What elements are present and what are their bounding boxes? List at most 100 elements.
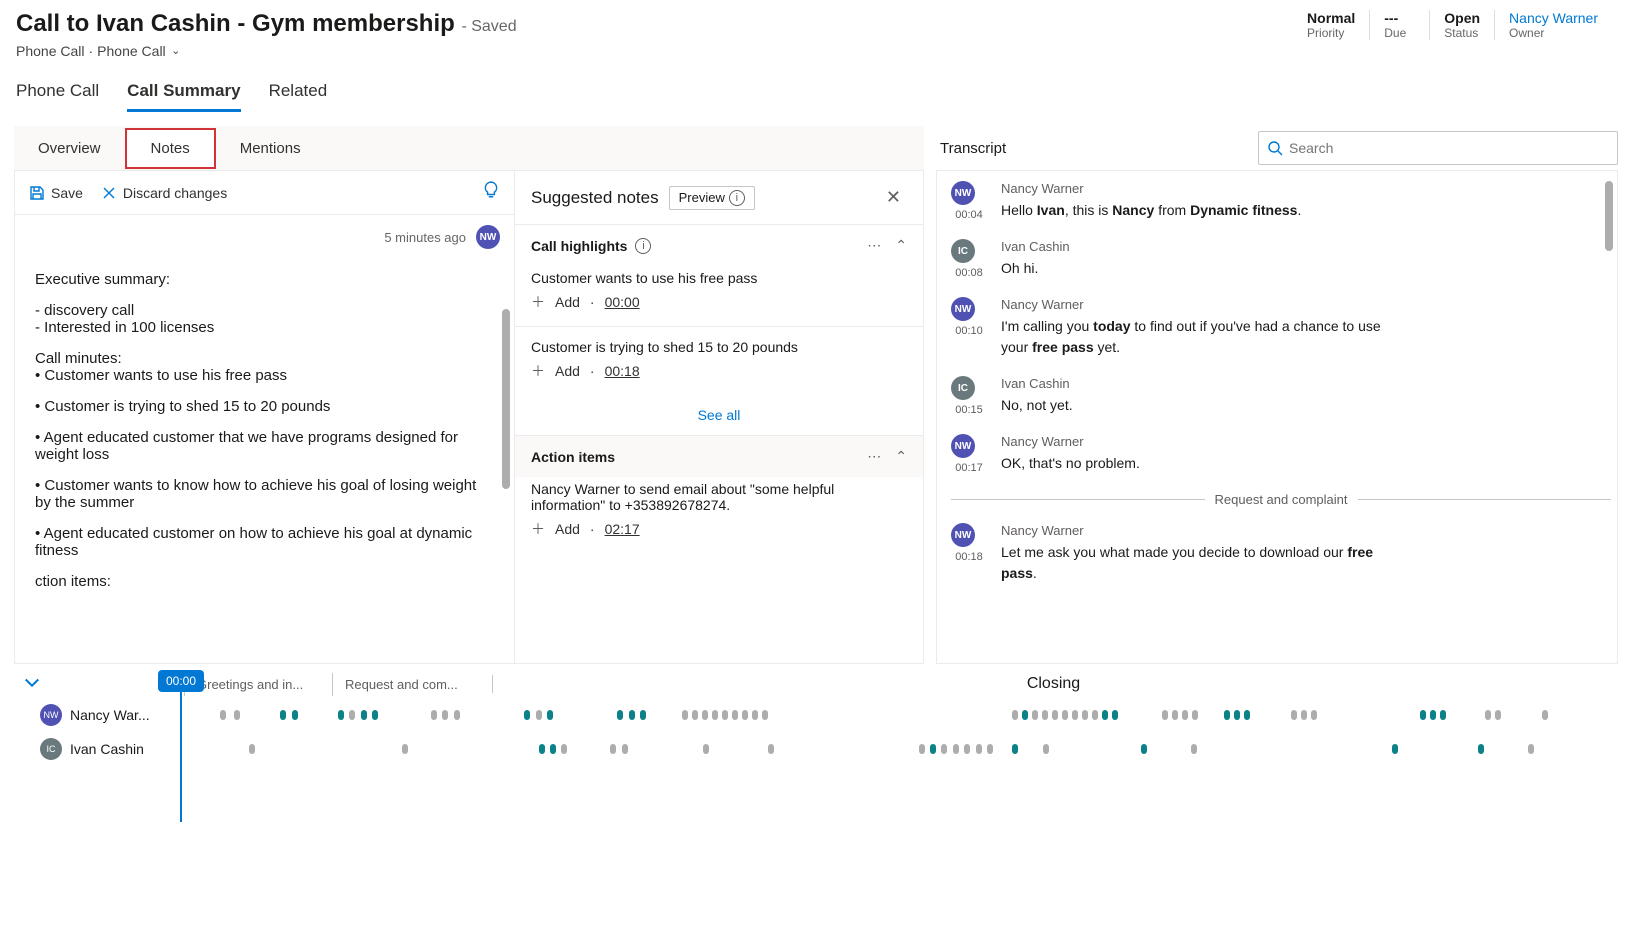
voice-blip — [220, 710, 226, 720]
utterance-text: Let me ask you what made you decide to d… — [1001, 542, 1381, 584]
transcript-row[interactable]: NW 00:18 Nancy Warner Let me ask you what m… — [951, 523, 1611, 584]
avatar: IC — [40, 738, 62, 760]
segment-greetings[interactable]: Greetings and in... — [184, 673, 332, 696]
voice-blip — [1162, 710, 1168, 720]
voice-blip — [539, 744, 545, 754]
voice-blip — [1420, 710, 1426, 720]
speaker-avatar: NW — [951, 434, 975, 458]
voice-blip — [941, 744, 947, 754]
voice-blip — [1291, 710, 1297, 720]
voice-blip — [1102, 710, 1108, 720]
section-call-highlights: Call highlights — [531, 238, 627, 254]
voice-blip — [752, 710, 758, 720]
voice-blip — [1141, 744, 1147, 754]
record-type-selector[interactable]: Phone Call — [97, 43, 166, 59]
voice-blip — [1392, 744, 1398, 754]
save-icon — [29, 185, 45, 201]
info-icon[interactable]: i — [635, 238, 651, 254]
note-author-avatar: NW — [476, 225, 500, 249]
transcript-row[interactable]: NW00:10Nancy WarnerI'm calling you today… — [951, 297, 1611, 358]
plus-icon[interactable]: ＋ — [531, 519, 545, 539]
voice-blip — [640, 710, 646, 720]
voice-blip — [762, 710, 768, 720]
voice-blip — [1478, 744, 1484, 754]
transcript-row[interactable]: IC00:08Ivan CashinOh hi. — [951, 239, 1611, 279]
scrollbar[interactable] — [1605, 181, 1613, 251]
tab-phone-call[interactable]: Phone Call — [16, 81, 99, 112]
suggested-notes-title: Suggested notes — [531, 188, 659, 208]
transcript-list: NW00:04Nancy WarnerHello Ivan, this is N… — [936, 170, 1618, 664]
chevron-up-icon[interactable]: ⌃ — [895, 448, 907, 465]
voice-blip — [1485, 710, 1491, 720]
scrollbar[interactable] — [502, 309, 510, 489]
voice-blip — [431, 710, 437, 720]
more-icon[interactable]: ⋯ — [867, 237, 881, 254]
tab-call-summary[interactable]: Call Summary — [127, 81, 240, 112]
voice-blip — [372, 710, 378, 720]
voice-blip — [338, 710, 344, 720]
voice-blip — [768, 744, 774, 754]
utterance-text: OK, that's no problem. — [1001, 453, 1140, 474]
segment-closing[interactable]: Closing — [492, 675, 1614, 693]
discard-button[interactable]: Discard changes — [101, 185, 227, 201]
voice-blip — [442, 710, 448, 720]
chevron-up-icon[interactable]: ⌃ — [895, 237, 907, 254]
add-button[interactable]: Add — [555, 363, 580, 379]
voice-blip — [629, 710, 635, 720]
note-timestamp: 5 minutes ago — [384, 230, 466, 245]
save-button[interactable]: Save — [29, 185, 83, 201]
more-icon[interactable]: ⋯ — [867, 448, 881, 465]
transcript-title: Transcript — [936, 140, 1006, 157]
plus-icon[interactable]: ＋ — [531, 361, 545, 381]
voice-blip — [1012, 710, 1018, 720]
speaker-name: Nancy Warner — [1001, 523, 1381, 538]
timestamp-link[interactable]: 02:17 — [605, 521, 640, 537]
voice-blip — [1244, 710, 1250, 720]
search-input[interactable] — [1289, 140, 1609, 156]
voice-blip — [742, 710, 748, 720]
voice-blip — [524, 710, 530, 720]
add-button[interactable]: Add — [555, 294, 580, 310]
chevron-down-icon[interactable]: ⌄ — [171, 44, 180, 58]
transcript-row[interactable]: NW 00:17 Nancy Warner OK, that's no problem… — [951, 434, 1611, 474]
voice-blip — [1082, 710, 1088, 720]
utterance-time: 00:17 — [951, 462, 987, 474]
subtab-mentions[interactable]: Mentions — [216, 130, 325, 167]
timestamp-link[interactable]: 00:00 — [605, 294, 640, 310]
info-icon: i — [729, 190, 745, 206]
collapse-timeline-chevron[interactable] — [22, 672, 42, 697]
transcript-search[interactable] — [1258, 131, 1618, 165]
voice-blip — [1495, 710, 1501, 720]
voice-blip — [1052, 710, 1058, 720]
transcript-row[interactable]: IC00:15Ivan CashinNo, not yet. — [951, 376, 1611, 416]
notes-editor[interactable]: Executive summary: - discovery call - In… — [15, 259, 514, 649]
voice-blip — [1043, 744, 1049, 754]
timestamp-link[interactable]: 00:18 — [605, 363, 640, 379]
add-button[interactable]: Add — [555, 521, 580, 537]
lightbulb-icon[interactable] — [482, 181, 500, 204]
speaker-name: Nancy Warner — [1001, 434, 1140, 449]
segment-request[interactable]: Request and com... — [332, 673, 492, 696]
close-suggested-button[interactable]: ✕ — [880, 183, 907, 212]
utterance-time: 00:18 — [951, 551, 987, 563]
track-label: Ivan Cashin — [70, 741, 144, 757]
subtab-overview[interactable]: Overview — [14, 130, 125, 167]
action-item: Nancy Warner to send email about "some h… — [531, 481, 907, 513]
search-icon — [1267, 140, 1283, 156]
close-icon — [101, 185, 117, 201]
plus-icon[interactable]: ＋ — [531, 292, 545, 312]
subtab-notes[interactable]: Notes — [125, 128, 216, 169]
transcript-row[interactable]: NW00:04Nancy WarnerHello Ivan, this is N… — [951, 181, 1611, 221]
tab-related[interactable]: Related — [269, 81, 328, 112]
owner-link[interactable]: Nancy Warner — [1509, 10, 1598, 26]
voice-blip — [712, 710, 718, 720]
section-action-items: Action items — [531, 449, 615, 465]
speaker-avatar: NW — [951, 523, 975, 547]
voice-track-ivan[interactable] — [180, 744, 1614, 754]
preview-button[interactable]: Preview i — [669, 186, 755, 210]
voice-blip — [930, 744, 936, 754]
due-value: --- — [1384, 10, 1415, 26]
voice-track-nancy[interactable] — [180, 710, 1614, 720]
see-all-link[interactable]: See all — [515, 395, 923, 435]
voice-blip — [987, 744, 993, 754]
